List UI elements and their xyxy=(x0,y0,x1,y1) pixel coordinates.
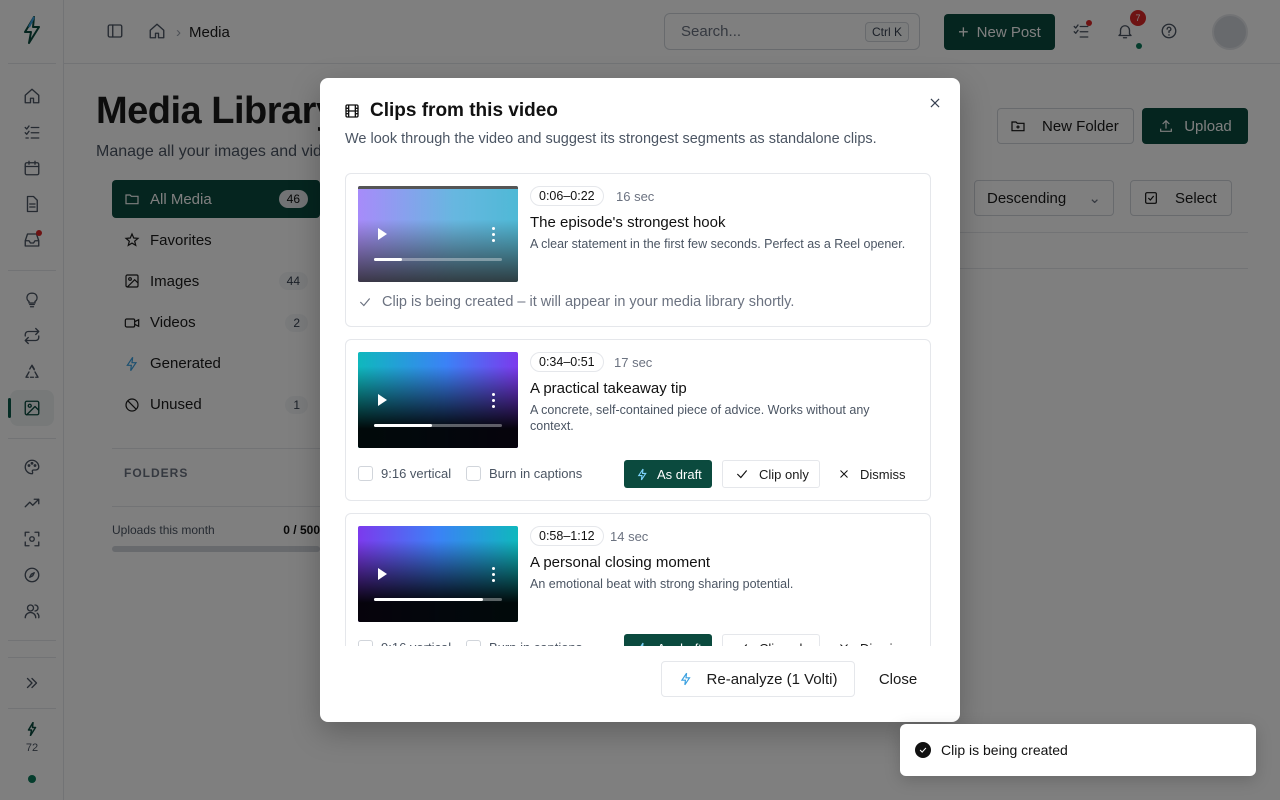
clip-status: Clip is being created – it will appear i… xyxy=(358,294,794,310)
captions-label: Burn in captions xyxy=(489,466,583,481)
close-button[interactable]: Close xyxy=(868,661,928,697)
clip-description: A clear statement in the first few secon… xyxy=(530,237,906,251)
close-icon xyxy=(840,470,848,478)
vertical-option[interactable]: 9:16 vertical xyxy=(358,640,451,646)
clip-duration: 17 sec xyxy=(614,355,653,370)
play-icon[interactable] xyxy=(378,228,387,240)
close-icon[interactable] xyxy=(926,94,944,112)
more-vertical-icon[interactable] xyxy=(492,393,496,411)
clip-time-range: 0:58–1:12 xyxy=(530,526,604,546)
close-label: Close xyxy=(878,670,918,688)
clip-thumbnail[interactable] xyxy=(358,352,518,448)
clip-card: 0:58–1:12 14 sec A personal closing mome… xyxy=(345,513,931,646)
clip-duration: 16 sec xyxy=(616,189,655,204)
clip-card: 0:34–0:51 17 sec A practical takeaway ti… xyxy=(345,339,931,501)
vertical-label: 9:16 vertical xyxy=(381,640,451,646)
more-vertical-icon[interactable] xyxy=(492,567,496,585)
dismiss-button[interactable]: Dismiss xyxy=(832,634,912,646)
captions-label: Burn in captions xyxy=(489,640,582,646)
clip-description: An emotional beat with strong sharing po… xyxy=(530,577,794,591)
video-progress-fill xyxy=(374,424,432,427)
as-draft-button[interactable]: As draft xyxy=(624,460,712,488)
vertical-option[interactable]: 9:16 vertical xyxy=(358,466,451,481)
vertical-checkbox[interactable] xyxy=(358,466,373,481)
dismiss-button[interactable]: Dismiss xyxy=(832,460,912,488)
video-progress-track[interactable] xyxy=(374,258,502,261)
clip-only-label: Clip only xyxy=(759,641,809,647)
captions-option[interactable]: Burn in captions xyxy=(466,466,582,481)
video-progress-track[interactable] xyxy=(374,424,502,427)
as-draft-button[interactable]: As draft xyxy=(624,634,712,646)
captions-checkbox[interactable] xyxy=(466,466,481,481)
more-vertical-icon[interactable] xyxy=(492,227,496,245)
clips-modal: Clips from this video We look through th… xyxy=(320,78,960,722)
play-icon[interactable] xyxy=(378,394,387,406)
clip-title: A practical takeaway tip xyxy=(530,380,687,397)
captions-option[interactable]: Burn in captions xyxy=(466,640,582,646)
clip-status-text: Clip is being created – it will appear i… xyxy=(382,294,795,310)
video-progress-fill xyxy=(374,598,483,601)
modal-description: We look through the video and suggest it… xyxy=(345,131,877,147)
clip-only-label: Clip only xyxy=(759,466,809,482)
clip-card: 0:06–0:22 16 sec The episode's strongest… xyxy=(345,173,931,327)
clip-title: A personal closing moment xyxy=(530,554,711,571)
clip-time-range: 0:06–0:22 xyxy=(530,186,604,206)
bolt-icon xyxy=(640,642,644,646)
check-circle-icon xyxy=(915,742,931,758)
dismiss-label: Dismiss xyxy=(860,641,906,647)
clip-list[interactable]: 0:06–0:22 16 sec The episode's strongest… xyxy=(345,173,931,646)
clip-thumbnail[interactable] xyxy=(358,526,518,622)
as-draft-label: As draft xyxy=(657,641,702,647)
check-icon xyxy=(359,298,371,307)
bolt-icon xyxy=(680,672,691,686)
video-progress-track[interactable] xyxy=(374,598,502,601)
video-progress-fill xyxy=(374,258,403,261)
modal-header: Clips from this video xyxy=(344,100,558,122)
dismiss-label: Dismiss xyxy=(860,466,906,482)
clip-only-button[interactable]: Clip only xyxy=(722,634,820,646)
clip-title: The episode's strongest hook xyxy=(530,214,726,231)
close-icon xyxy=(840,644,848,646)
vertical-checkbox[interactable] xyxy=(358,640,373,646)
check-icon xyxy=(736,470,748,479)
clip-description: A concrete, self-contained piece of advi… xyxy=(530,403,870,433)
clip-duration: 14 sec xyxy=(610,529,649,544)
clip-only-button[interactable]: Clip only xyxy=(722,460,820,488)
captions-checkbox[interactable] xyxy=(466,640,481,646)
as-draft-label: As draft xyxy=(657,466,702,482)
toast-message: Clip is being created xyxy=(941,742,1068,758)
toast-notification: Clip is being created xyxy=(900,724,1256,776)
modal-title: Clips from this video xyxy=(370,100,558,121)
play-icon[interactable] xyxy=(378,568,387,580)
clip-thumbnail[interactable] xyxy=(358,186,518,282)
check-icon xyxy=(744,644,748,646)
film-icon xyxy=(345,104,359,118)
bolt-icon xyxy=(637,468,647,480)
reanalyze-label: Re-analyze (1 Volti) xyxy=(706,670,838,688)
reanalyze-button[interactable]: Re-analyze (1 Volti) xyxy=(661,661,855,697)
vertical-label: 9:16 vertical xyxy=(381,466,452,481)
clip-time-range: 0:34–0:51 xyxy=(530,352,604,372)
